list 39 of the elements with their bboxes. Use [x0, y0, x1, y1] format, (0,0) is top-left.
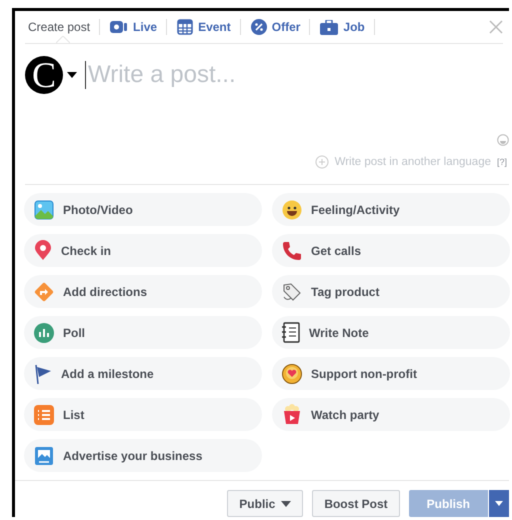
smiley-icon[interactable] [497, 134, 509, 146]
heart-coin-icon [282, 364, 302, 384]
calendar-icon [177, 19, 194, 35]
composer-option[interactable]: Write Note [272, 316, 510, 349]
plus-circle-icon[interactable] [314, 155, 329, 169]
close-icon[interactable] [489, 20, 503, 34]
composer-option[interactable]: Add directions [24, 275, 262, 308]
percent-badge-icon [250, 19, 267, 35]
bar-chart-circle-icon [34, 322, 54, 342]
notebook-icon [282, 322, 300, 343]
composer-option[interactable]: Feeling/Activity [272, 193, 510, 226]
composer-option[interactable]: Advertise your business [24, 439, 262, 472]
composer-option[interactable]: List [24, 398, 262, 431]
composer-option[interactable]: Add a milestone [24, 357, 262, 390]
caret-icon[interactable] [67, 72, 77, 78]
composer-option[interactable]: Poll [24, 316, 262, 349]
picture-frame-icon [34, 200, 54, 220]
popcorn-icon [282, 404, 302, 425]
avatar[interactable]: C [25, 56, 63, 94]
smiley-icon [282, 200, 302, 220]
billboard-icon [34, 446, 54, 466]
publish-options-button[interactable] [488, 490, 509, 517]
flag-icon [34, 364, 52, 384]
composer-option[interactable]: Get calls [272, 234, 510, 267]
composer-option[interactable]: Check in [24, 234, 262, 267]
briefcase-icon [320, 20, 338, 34]
caret-icon [495, 501, 503, 506]
composer-option[interactable]: Photo/Video [24, 193, 262, 226]
video-camera-icon [110, 20, 128, 34]
audience-dropdown[interactable]: Public [227, 490, 304, 517]
caret-icon [281, 500, 292, 506]
boost-post-button[interactable]: Boost Post [312, 490, 400, 517]
composer-option[interactable]: Tag product [272, 275, 510, 308]
map-pin-icon [34, 240, 52, 261]
composer-option[interactable]: Watch party [272, 398, 510, 431]
phone-icon [282, 240, 302, 260]
list-icon [34, 404, 54, 424]
composer-option[interactable]: Support non-profit [272, 357, 510, 390]
price-tag-icon [282, 282, 302, 302]
